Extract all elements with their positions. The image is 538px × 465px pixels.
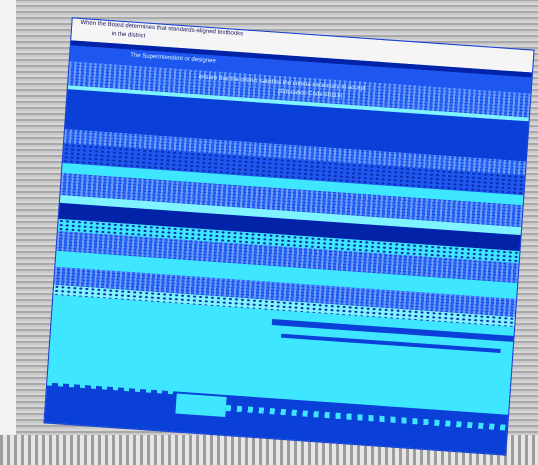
block	[175, 393, 227, 417]
left-panel	[0, 0, 16, 465]
doc-line-2: in the district	[111, 31, 146, 40]
document-page: When the Board determines that standards…	[44, 18, 534, 455]
doc-line-3: The Superintendent or designee	[130, 52, 216, 65]
